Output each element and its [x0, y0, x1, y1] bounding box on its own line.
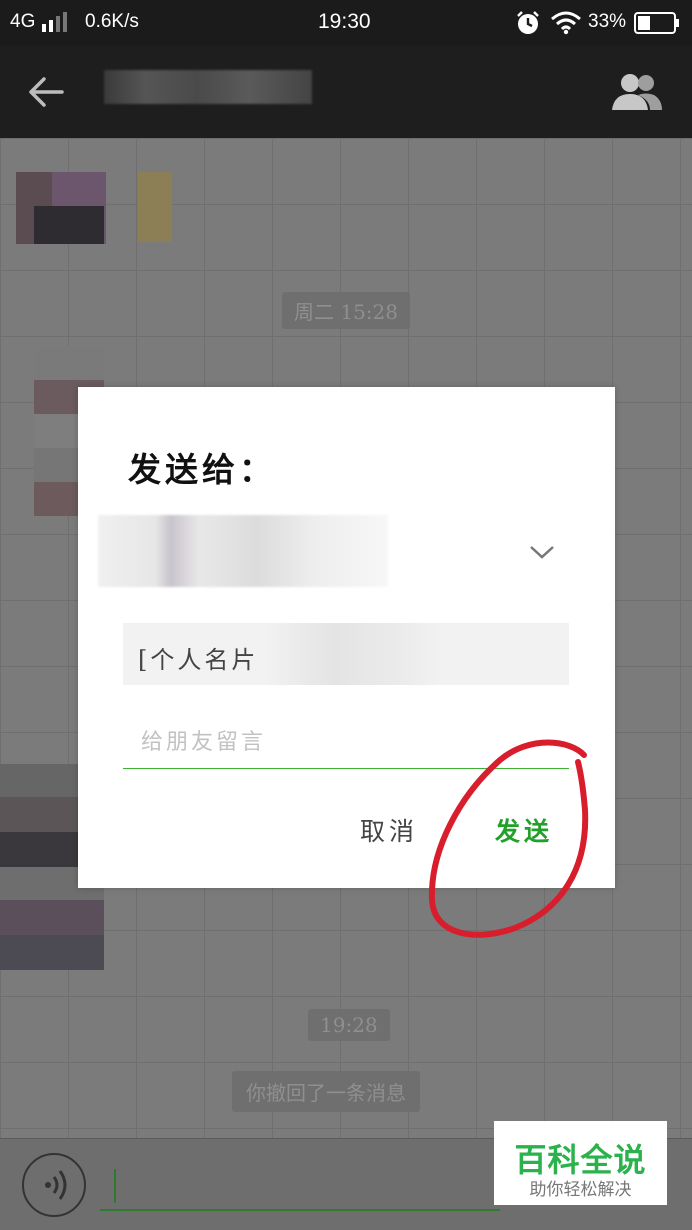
recall-notice: 你撤回了一条消息: [232, 1071, 420, 1112]
avatar: [34, 206, 104, 244]
chevron-down-icon[interactable]: [528, 542, 556, 562]
recipient-redacted: [98, 515, 388, 587]
message-input[interactable]: [100, 1163, 500, 1211]
cancel-button[interactable]: 取消: [360, 812, 418, 848]
timestamp: 周二 15:28: [282, 292, 410, 329]
alarm-icon: [517, 11, 539, 34]
text-cursor: [114, 1169, 116, 1203]
watermark-logo: 百科全说 助你轻松解决: [494, 1121, 667, 1205]
message-to-friend-input[interactable]: [123, 717, 569, 769]
shared-card-preview: [个人名片: [123, 623, 569, 685]
clock: 19:30: [318, 10, 371, 33]
image-thumbnail: [138, 172, 172, 242]
chat-title-bar: [0, 46, 692, 138]
card-label: [个人名片: [138, 646, 259, 674]
send-to-dialog: 发送给： [个人名片 取消 发送: [78, 387, 615, 888]
send-button[interactable]: 发送: [495, 812, 553, 848]
network-type: 4G: [10, 11, 36, 32]
chat-title-redacted: [104, 70, 312, 104]
battery-percent: 33%: [588, 11, 627, 32]
watermark-subtitle: 助你轻松解决: [529, 1180, 632, 1200]
card-name-redacted: [263, 623, 443, 685]
network-speed: 0.6K/s: [85, 11, 139, 32]
dialog-title: 发送给：: [128, 450, 276, 489]
battery-icon: [634, 12, 679, 34]
status-bar: 4G 0.6K/s 19:30 33%: [0, 0, 692, 46]
voice-input-button[interactable]: [22, 1153, 86, 1217]
arrow-left-icon[interactable]: [22, 72, 68, 112]
voice-icon: [45, 1170, 67, 1200]
wifi-icon: [551, 11, 581, 35]
signal-icon: [42, 12, 67, 32]
group-members-icon[interactable]: [608, 70, 666, 114]
timestamp: 19:28: [308, 1009, 390, 1041]
